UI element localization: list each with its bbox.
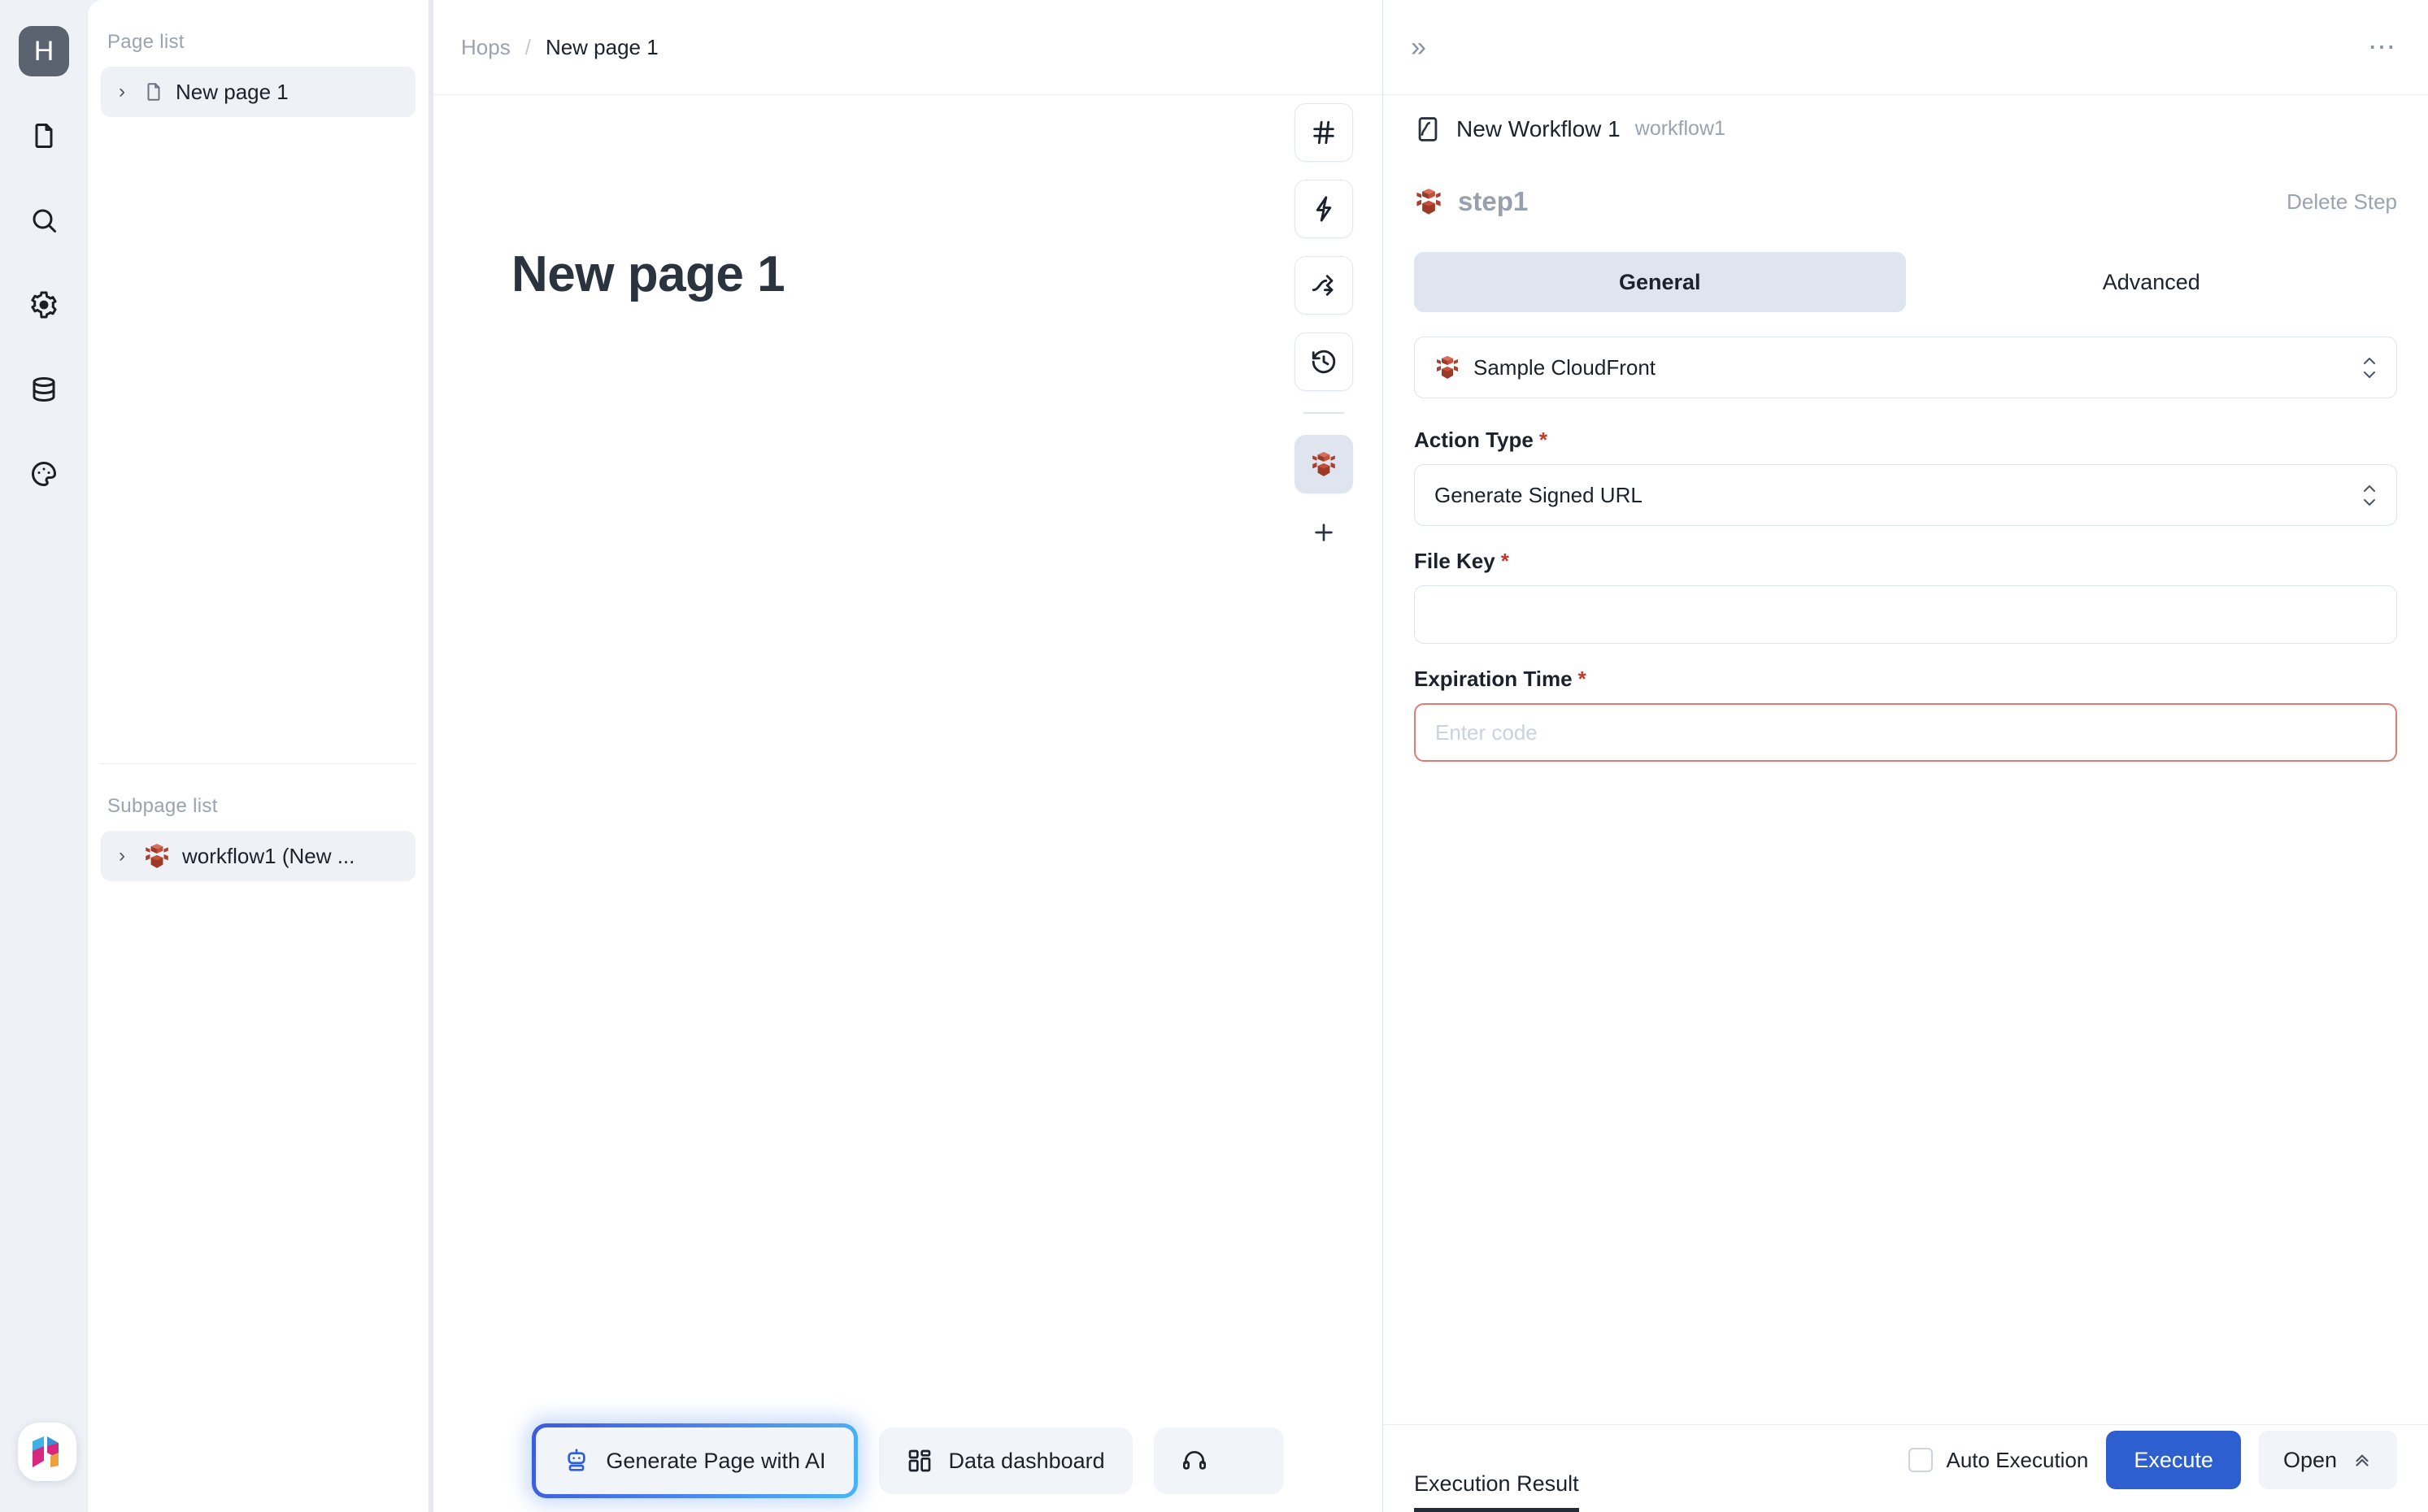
tab-advanced[interactable]: Advanced [1906,252,2398,312]
connection-value: Sample CloudFront [1473,354,1656,380]
panel-top-bar: » ⋯ [1383,0,2428,95]
generate-page-with-ai-label: Generate Page with AI [606,1448,826,1473]
robot-icon [563,1448,590,1474]
step-identity: step1 [1414,186,1528,217]
list-item[interactable]: › workflow1 (New ... [101,831,416,881]
canvas-body: New page 1 Generate Page with AI Data da… [433,95,1382,1512]
canvas-toolstrip [1294,103,1353,554]
action-type-value: Generate Signed URL [1434,482,1643,507]
data-dashboard-label: Data dashboard [948,1448,1105,1473]
chevron-right-icon[interactable]: › [119,846,132,866]
history-icon[interactable] [1294,332,1353,391]
hops-logo[interactable] [18,1423,76,1481]
lightning-icon[interactable] [1294,180,1353,238]
gear-icon[interactable] [19,280,69,330]
branch-icon[interactable] [1294,256,1353,315]
list-item-label: New page 1 [176,79,289,104]
step-header: step1 Delete Step [1383,163,2428,241]
hops-logo-glyph [33,1436,59,1467]
subpage-list-heading: Subpage list [107,795,218,817]
breadcrumb-current[interactable]: New page 1 [546,35,659,60]
breadcrumb-separator: / [524,34,531,59]
breadcrumb-root[interactable]: Hops [461,35,511,60]
add-step-button[interactable] [1294,511,1353,554]
ellipsis-icon[interactable]: ⋯ [2368,33,2397,61]
palette-icon[interactable] [19,449,69,499]
page-list-spacer [88,117,429,763]
connection-select[interactable]: Sample CloudFront [1414,337,2397,398]
action-type-label-text: Action Type [1414,428,1534,452]
canvas-area: Hops / New page 1 New page 1 Generate Pa… [429,0,1382,1512]
required-marker: * [1500,549,1509,573]
support-button[interactable] [1153,1427,1284,1494]
action-type-select[interactable]: Generate Signed URL [1414,464,2397,526]
workflow-icon [1414,115,1442,143]
tab-execution-result[interactable]: Execution Result [1414,1471,1579,1512]
toolstrip-divider [1303,412,1344,414]
panel-tabs: General Advanced [1414,252,2397,312]
panel-footer-actions: Auto Execution Execute Open [1908,1431,2397,1489]
expiration-time-input[interactable]: Enter code [1414,703,2397,762]
expiration-time-placeholder: Enter code [1435,719,1538,745]
expiration-time-label: Expiration Time * [1414,667,2397,692]
workflow-panel: » ⋯ New Workflow 1 workflow1 step1 Delet… [1382,0,2428,1512]
step-name[interactable]: step1 [1458,186,1528,217]
page-title: New page 1 [511,246,785,302]
headset-icon [1181,1448,1207,1474]
action-type-label: Action Type * [1414,428,2397,453]
chevron-right-icon[interactable]: › [119,82,132,102]
execute-button[interactable]: Execute [2106,1431,2241,1489]
aws-cloudfront-icon [143,842,171,870]
list-item[interactable]: › New page 1 [101,67,416,117]
file-icon [143,81,164,102]
canvas-bottom-toolbar: Generate Page with AI Data dashboard [433,1414,1382,1512]
chevron-updown-icon[interactable] [2361,484,2378,507]
required-marker: * [1538,428,1547,452]
aws-cloudfront-icon [1434,354,1460,380]
aws-cloudfront-icon[interactable] [1294,435,1353,493]
file-key-label-text: File Key [1414,549,1495,573]
panel-spacer [1383,762,2428,1424]
open-button[interactable]: Open [2258,1431,2397,1489]
expiration-time-label-text: Expiration Time [1414,667,1573,691]
workflow-name: New Workflow 1 [1456,115,1621,141]
aws-cloudfront-icon [1414,187,1443,216]
database-icon[interactable] [19,364,69,415]
open-button-label: Open [2282,1447,2337,1472]
workflow-header: New Workflow 1 workflow1 [1383,95,2428,163]
avatar[interactable]: H [19,26,69,76]
required-marker: * [1577,667,1586,691]
page-list-heading: Page list [107,31,185,53]
data-dashboard-button[interactable]: Data dashboard [878,1427,1133,1494]
file-key-input[interactable] [1414,585,2397,644]
document-icon[interactable] [19,111,69,161]
generate-page-with-ai-button[interactable]: Generate Page with AI [532,1423,857,1498]
auto-execution-toggle[interactable]: Auto Execution [1908,1448,2088,1473]
search-icon[interactable] [19,195,69,245]
hash-icon[interactable] [1294,103,1353,162]
chevron-updown-icon[interactable] [2361,356,2378,380]
chevrons-up-icon [2352,1449,2373,1471]
auto-execution-checkbox[interactable] [1908,1448,1934,1472]
breadcrumb: Hops / New page 1 [433,0,1382,95]
app-root: H Page list › New page 1 Subpage list › … [0,0,2428,1512]
page-list-panel: Page list › New page 1 Subpage list › wo… [88,0,429,1512]
delete-step-button[interactable]: Delete Step [2287,189,2397,215]
step-form: Sample CloudFront Action Type * Generate… [1383,312,2428,762]
chevrons-right-icon[interactable]: » [1411,33,1426,61]
auto-execution-label: Auto Execution [1946,1447,2089,1472]
dashboard-icon [907,1448,933,1474]
tab-general[interactable]: General [1414,252,1906,312]
list-item-label: workflow1 (New ... [182,843,355,868]
workflow-slug: workflow1 [1634,117,1725,140]
file-key-label: File Key * [1414,549,2397,574]
icon-rail: H [0,0,88,1512]
